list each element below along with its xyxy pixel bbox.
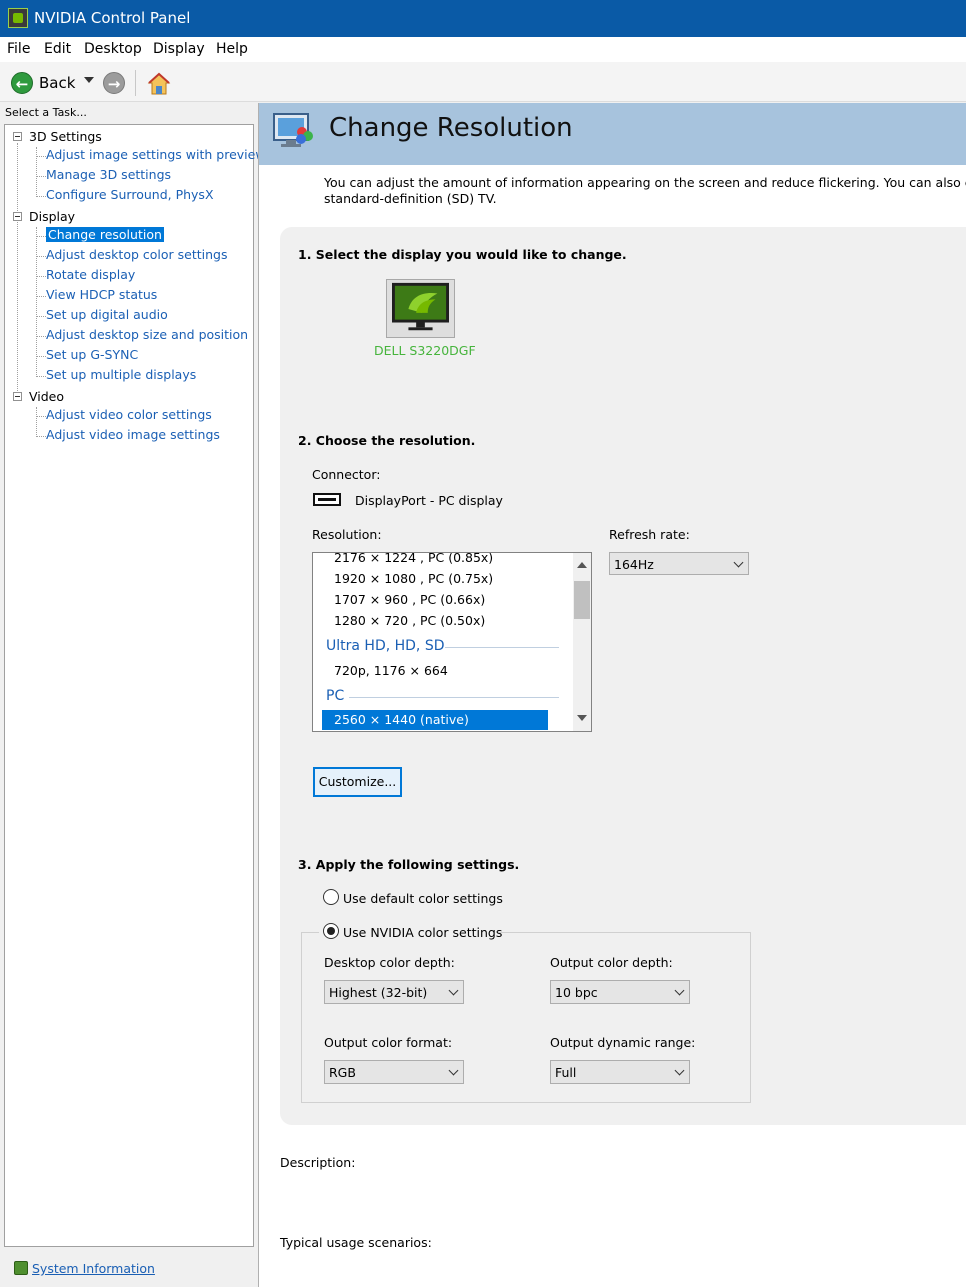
menu-display[interactable]: Display xyxy=(153,41,205,57)
radio-nvidia-color[interactable] xyxy=(323,923,339,939)
chevron-down-icon xyxy=(674,985,685,996)
menu-help[interactable]: Help xyxy=(216,41,248,57)
step-2-heading: 2. Choose the resolution. xyxy=(298,433,476,448)
menu-bar: File Edit Desktop Display Help xyxy=(0,37,966,62)
description-label: Description: xyxy=(280,1155,356,1170)
radio-default-color-label[interactable]: Use default color settings xyxy=(343,891,503,906)
output-dynamic-range-select[interactable]: Full xyxy=(550,1060,690,1084)
connector-label: Connector: xyxy=(312,467,381,482)
task-adjust-video-color[interactable]: Adjust video color settings xyxy=(46,407,212,422)
task-tree: 3D Settings Adjust image settings with p… xyxy=(4,124,266,1247)
chevron-down-icon xyxy=(448,1065,459,1076)
radio-nvidia-color-label[interactable]: Use NVIDIA color settings xyxy=(343,925,502,940)
resolution-list[interactable]: 2176 × 1224 , PC (0.85x) 1920 × 1080 , P… xyxy=(312,552,592,732)
menu-edit[interactable]: Edit xyxy=(44,41,71,57)
list-item[interactable]: 2176 × 1224 , PC (0.85x) xyxy=(334,553,493,565)
selected-resolution-label: 2560 × 1440 (native) xyxy=(334,712,469,727)
menu-desktop[interactable]: Desktop xyxy=(84,41,142,57)
content-pane: Change Resolution You can adjust the amo… xyxy=(258,103,966,1287)
task-set-up-digital-audio[interactable]: Set up digital audio xyxy=(46,307,168,322)
resolution-label: Resolution: xyxy=(312,527,382,542)
category-3d-settings[interactable]: 3D Settings xyxy=(29,129,102,144)
typical-usage-label: Typical usage scenarios: xyxy=(280,1235,432,1250)
output-color-format-select[interactable]: RGB xyxy=(324,1060,464,1084)
resolution-selected-item[interactable]: 2560 × 1440 (native) xyxy=(322,710,548,730)
intro-line-2: standard-definition (SD) TV. xyxy=(324,191,497,206)
menu-file[interactable]: File xyxy=(7,41,30,57)
category-video[interactable]: Video xyxy=(29,389,64,404)
list-item[interactable]: 1920 × 1080 , PC (0.75x) xyxy=(334,571,493,586)
output-color-format-value: RGB xyxy=(329,1065,356,1080)
display-settings-icon xyxy=(273,113,313,147)
system-information-icon[interactable] xyxy=(14,1261,28,1275)
displayport-icon xyxy=(313,493,341,506)
task-view-hdcp-status[interactable]: View HDCP status xyxy=(46,287,157,302)
resolution-group-uhd: Ultra HD, HD, SD xyxy=(326,638,445,654)
system-information-link[interactable]: System Information xyxy=(32,1261,155,1276)
output-color-depth-label: Output color depth: xyxy=(550,955,673,970)
scroll-up-icon[interactable] xyxy=(577,562,587,568)
chevron-down-icon xyxy=(674,1065,685,1076)
customize-button[interactable]: Customize... xyxy=(313,767,402,797)
desktop-color-depth-label: Desktop color depth: xyxy=(324,955,455,970)
display-tile[interactable] xyxy=(386,279,455,338)
connector-value: DisplayPort - PC display xyxy=(355,493,503,508)
output-color-depth-value: 10 bpc xyxy=(555,985,598,1000)
category-display[interactable]: Display xyxy=(29,209,75,224)
list-item[interactable]: 1707 × 960 , PC (0.66x) xyxy=(334,592,485,607)
task-adjust-image-settings[interactable]: Adjust image settings with preview xyxy=(46,147,266,162)
toolbar: ← Back → xyxy=(0,62,966,102)
monitor-icon xyxy=(392,282,449,331)
list-item[interactable]: 1280 × 720 , PC (0.50x) xyxy=(334,613,485,628)
collapse-display-icon[interactable] xyxy=(13,212,22,221)
forward-arrow-icon[interactable]: → xyxy=(103,72,125,94)
collapse-video-icon[interactable] xyxy=(13,392,22,401)
collapse-3d-settings-icon[interactable] xyxy=(13,132,22,141)
resolution-scrollbar[interactable] xyxy=(573,553,591,731)
list-item[interactable]: 720p, 1176 × 664 xyxy=(334,663,448,678)
chevron-down-icon xyxy=(733,557,744,568)
task-adjust-desktop-color[interactable]: Adjust desktop color settings xyxy=(46,247,227,262)
intro-line-1: You can adjust the amount of information… xyxy=(324,175,966,190)
output-color-format-label: Output color format: xyxy=(324,1035,453,1050)
task-manage-3d-settings[interactable]: Manage 3D settings xyxy=(46,167,171,182)
select-task-label: Select a Task... xyxy=(5,106,87,119)
step-3-heading: 3. Apply the following settings. xyxy=(298,857,520,872)
task-set-up-g-sync[interactable]: Set up G-SYNC xyxy=(46,347,138,362)
intro-text: You can adjust the amount of information… xyxy=(324,175,966,207)
toolbar-separator xyxy=(135,70,136,96)
chevron-down-icon xyxy=(448,985,459,996)
back-dropdown-icon[interactable] xyxy=(84,77,94,83)
scroll-thumb[interactable] xyxy=(574,581,590,619)
refresh-rate-value: 164Hz xyxy=(614,557,654,572)
step-1-heading: 1. Select the display you would like to … xyxy=(298,247,627,262)
output-dynamic-range-value: Full xyxy=(555,1065,577,1080)
page-title: Change Resolution xyxy=(329,113,573,143)
refresh-rate-label: Refresh rate: xyxy=(609,527,690,542)
refresh-rate-select[interactable]: 164Hz xyxy=(609,552,749,575)
desktop-color-depth-select[interactable]: Highest (32-bit) xyxy=(324,980,464,1004)
nvidia-app-icon xyxy=(8,8,28,28)
output-color-depth-select[interactable]: 10 bpc xyxy=(550,980,690,1004)
task-set-up-multiple-displays[interactable]: Set up multiple displays xyxy=(46,367,196,382)
desktop-color-depth-value: Highest (32-bit) xyxy=(329,985,428,1000)
window-title: NVIDIA Control Panel xyxy=(34,9,191,27)
task-configure-surround[interactable]: Configure Surround, PhysX xyxy=(46,187,214,202)
output-dynamic-range-label: Output dynamic range: xyxy=(550,1035,696,1050)
back-button[interactable]: Back xyxy=(39,74,75,92)
task-change-resolution[interactable]: Change resolution xyxy=(46,227,164,242)
task-rotate-display[interactable]: Rotate display xyxy=(46,267,135,282)
task-adjust-desktop-size[interactable]: Adjust desktop size and position xyxy=(46,327,248,342)
task-adjust-video-image[interactable]: Adjust video image settings xyxy=(46,427,220,442)
title-bar: NVIDIA Control Panel xyxy=(0,0,966,37)
back-arrow-icon[interactable]: ← xyxy=(11,72,33,94)
display-name[interactable]: DELL S3220DGF xyxy=(374,343,476,358)
resolution-group-pc: PC xyxy=(326,688,345,704)
task-panel: Select a Task... 3D Settings Adjust imag… xyxy=(0,103,266,1287)
home-icon[interactable] xyxy=(147,72,171,96)
page-header: Change Resolution xyxy=(259,103,966,165)
radio-default-color[interactable] xyxy=(323,889,339,905)
scroll-down-icon[interactable] xyxy=(577,715,587,721)
